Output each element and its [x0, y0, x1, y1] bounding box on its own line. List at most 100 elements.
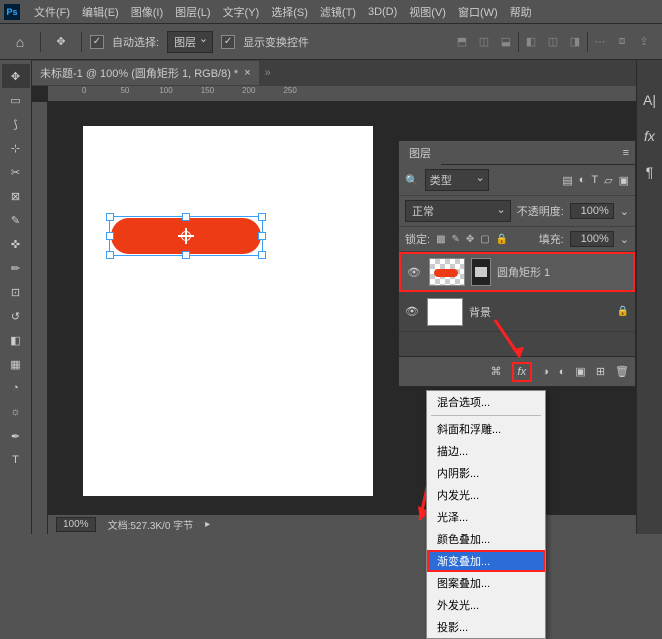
more-options-icon[interactable]: ⋯	[590, 32, 610, 52]
auto-select-target[interactable]: 图层	[167, 31, 213, 53]
menu-select[interactable]: 选择(S)	[265, 4, 314, 20]
chevron-down-icon[interactable]: ⌄	[620, 233, 629, 246]
stamp-tool[interactable]: ⊡	[2, 280, 30, 304]
layer-name[interactable]: 圆角矩形 1	[497, 264, 627, 280]
fx-menu-inner-shadow[interactable]: 内阴影...	[427, 462, 545, 484]
filter-pixel-icon[interactable]: ▤	[562, 174, 572, 187]
blur-tool[interactable]: ◔	[2, 376, 30, 400]
opacity-field[interactable]: 100%	[570, 203, 614, 219]
pen-tool[interactable]: ✒	[2, 424, 30, 448]
lock-brush-icon[interactable]: ✎	[452, 234, 460, 245]
lasso-tool[interactable]: ⟆	[2, 112, 30, 136]
lock-artboard-icon[interactable]: ▢	[480, 234, 489, 245]
layer-fx-button[interactable]: fx	[512, 362, 533, 382]
transform-bounding-box[interactable]	[109, 216, 263, 256]
menu-window[interactable]: 窗口(W)	[452, 4, 504, 20]
fill-field[interactable]: 100%	[570, 231, 614, 247]
filter-shape-icon[interactable]: ▱	[604, 174, 612, 187]
layer-item-background[interactable]: 👁 背景 🔒	[399, 292, 635, 332]
eyedropper-tool[interactable]: ✎	[2, 208, 30, 232]
align-middle-icon[interactable]: ◫	[474, 32, 494, 52]
transform-handle-bl[interactable]	[106, 251, 114, 259]
fx-menu-stroke[interactable]: 描边...	[427, 440, 545, 462]
delete-layer-icon[interactable]: 🗑	[615, 365, 629, 378]
menu-view[interactable]: 视图(V)	[403, 4, 452, 20]
eraser-tool[interactable]: ◧	[2, 328, 30, 352]
layer-item-shape[interactable]: 👁 圆角矩形 1	[399, 252, 635, 292]
show-transform-checkbox[interactable]	[221, 35, 235, 49]
lock-all-icon[interactable]: 🔒	[496, 234, 508, 245]
adjustment-layer-icon[interactable]: ◐	[559, 366, 566, 378]
fx-menu-blending-options[interactable]: 混合选项...	[427, 391, 545, 413]
align-top-icon[interactable]: ⬒	[452, 32, 472, 52]
frame-tool[interactable]: ⊠	[2, 184, 30, 208]
new-layer-icon[interactable]: ⊞	[596, 365, 605, 378]
filter-type-icon[interactable]: T	[591, 174, 598, 187]
transform-center-icon[interactable]	[178, 228, 194, 244]
fx-menu-bevel[interactable]: 斜面和浮雕...	[427, 418, 545, 440]
panel-menu-icon[interactable]: ≡	[617, 147, 635, 159]
align-bottom-icon[interactable]: ⬓	[496, 32, 516, 52]
fx-menu-color-overlay[interactable]: 颜色叠加...	[427, 528, 545, 550]
chevron-down-icon[interactable]: ⌄	[620, 205, 629, 218]
styles-panel-icon[interactable]: fx	[640, 126, 660, 146]
filter-smart-icon[interactable]: ▣	[619, 174, 629, 187]
align-left-icon[interactable]: ◧	[521, 32, 541, 52]
fx-menu-satin[interactable]: 光泽...	[427, 506, 545, 528]
menu-filter[interactable]: 滤镜(T)	[314, 4, 362, 20]
layer-mask-icon[interactable]: ◑	[542, 366, 549, 378]
visibility-toggle-icon[interactable]: 👁	[407, 266, 423, 279]
layer-thumbnail[interactable]	[429, 258, 465, 286]
filter-type-select[interactable]: 类型	[425, 169, 489, 191]
menu-file[interactable]: 文件(F)	[28, 4, 76, 20]
dodge-tool[interactable]: ☼	[2, 400, 30, 424]
move-tool[interactable]: ✥	[2, 64, 30, 88]
align-right-icon[interactable]: ◨	[565, 32, 585, 52]
menu-image[interactable]: 图像(I)	[125, 4, 169, 20]
auto-select-checkbox[interactable]	[90, 35, 104, 49]
menu-help[interactable]: 帮助	[504, 4, 538, 20]
search-icon[interactable]: 🔍	[405, 174, 419, 187]
transform-handle-tl[interactable]	[106, 213, 114, 221]
lock-icon[interactable]: 🔒	[617, 306, 629, 317]
menu-layer[interactable]: 图层(L)	[169, 4, 216, 20]
link-layers-icon[interactable]: ⌘	[491, 365, 502, 378]
vector-mask-thumbnail[interactable]	[471, 258, 491, 286]
horizontal-ruler[interactable]: 0 50 100 150 200 250	[48, 86, 636, 102]
type-tool[interactable]: T	[2, 448, 30, 472]
tabs-overflow-icon[interactable]: »	[259, 67, 277, 79]
fx-menu-outer-glow[interactable]: 外发光...	[427, 594, 545, 616]
healing-tool[interactable]: ✜	[2, 232, 30, 256]
gradient-tool[interactable]: ▦	[2, 352, 30, 376]
transform-handle-tm[interactable]	[182, 213, 190, 221]
status-chevron-icon[interactable]: ▸	[205, 519, 210, 530]
transform-handle-mr[interactable]	[258, 232, 266, 240]
marquee-tool[interactable]: ▭	[2, 88, 30, 112]
menu-edit[interactable]: 编辑(E)	[76, 4, 125, 20]
blend-mode-select[interactable]: 正常	[405, 200, 511, 222]
home-icon[interactable]: ⌂	[8, 30, 32, 54]
crop-tool[interactable]: ✂	[2, 160, 30, 184]
close-icon[interactable]: ×	[244, 67, 250, 79]
lock-transparency-icon[interactable]: ▩	[436, 234, 445, 245]
zoom-level[interactable]: 100%	[56, 517, 96, 532]
brush-tool[interactable]: ✏	[2, 256, 30, 280]
transform-handle-ml[interactable]	[106, 232, 114, 240]
menu-3d[interactable]: 3D(D)	[362, 6, 403, 18]
filter-adjustment-icon[interactable]: ◐	[579, 174, 586, 187]
share-icon[interactable]: ⇪	[634, 32, 654, 52]
layer-name[interactable]: 背景	[469, 304, 611, 320]
fx-menu-gradient-overlay[interactable]: 渐变叠加...	[427, 550, 545, 572]
layers-tab[interactable]: 图层	[399, 141, 441, 165]
fx-menu-drop-shadow[interactable]: 投影...	[427, 616, 545, 638]
layer-thumbnail[interactable]	[427, 298, 463, 326]
menu-type[interactable]: 文字(Y)	[217, 4, 266, 20]
fx-menu-pattern-overlay[interactable]: 图案叠加...	[427, 572, 545, 594]
type-panel-icon[interactable]: A|	[640, 90, 660, 110]
transform-handle-tr[interactable]	[258, 213, 266, 221]
transform-handle-bm[interactable]	[182, 251, 190, 259]
move-tool-icon[interactable]: ✥	[49, 30, 73, 54]
transform-handle-br[interactable]	[258, 251, 266, 259]
group-icon[interactable]: ▣	[575, 365, 585, 378]
lock-position-icon[interactable]: ✥	[466, 234, 474, 245]
